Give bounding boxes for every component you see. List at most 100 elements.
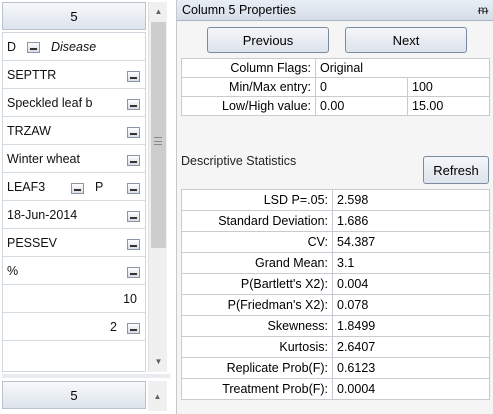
stat-value: 3.1 bbox=[332, 252, 490, 274]
scrollbar-thumb[interactable] bbox=[151, 22, 166, 248]
table-row: P(Bartlett's X2): 0.004 bbox=[181, 273, 490, 295]
column-footer-label: 5 bbox=[70, 387, 78, 403]
column-flags-value[interactable]: Original bbox=[315, 58, 490, 78]
previous-button[interactable]: Previous bbox=[207, 27, 329, 53]
stat-label: P(Bartlett's X2): bbox=[181, 273, 333, 295]
list-item-part-rating-type[interactable]: D Disease bbox=[3, 33, 145, 61]
table-row: Treatment Prob(F): 0.0004 bbox=[181, 378, 490, 400]
stat-label: P(Friedman's X2): bbox=[181, 294, 333, 316]
scroll-up-icon[interactable]: ▲ bbox=[148, 387, 167, 405]
statistics-table: LSD P=.05: 2.598 Standard Deviation: 1.686… bbox=[181, 189, 490, 400]
list-item-text: % bbox=[7, 263, 19, 278]
list-item-text: TRZAW bbox=[7, 123, 51, 138]
list-item-text: P bbox=[95, 179, 104, 194]
max-entry-field[interactable]: 100 bbox=[407, 77, 490, 97]
list-item-part-rated[interactable]: LEAF3 P bbox=[3, 173, 145, 201]
dropdown-icon[interactable] bbox=[127, 183, 140, 194]
stat-value: 0.0004 bbox=[332, 378, 490, 400]
dropdown-icon[interactable] bbox=[127, 267, 140, 278]
descriptive-statistics-header: Descriptive Statistics bbox=[181, 154, 297, 168]
refresh-button-label: Refresh bbox=[433, 162, 479, 178]
refresh-button[interactable]: Refresh bbox=[423, 156, 489, 184]
panel-title-bar: Column 5 Properties ᵯ bbox=[177, 0, 493, 21]
list-item-rating-unit[interactable]: % bbox=[3, 257, 145, 285]
dropdown-icon[interactable] bbox=[127, 71, 140, 82]
dropdown-icon[interactable] bbox=[127, 323, 140, 334]
column-definition-list: D Disease SEPTTR Speckled leaf b TRZAW W… bbox=[2, 32, 146, 372]
minmax-label: Min/Max entry: bbox=[181, 77, 316, 97]
list-item-text: Winter wheat bbox=[7, 151, 80, 166]
next-button[interactable]: Next bbox=[345, 27, 467, 53]
list-item-sample-size[interactable]: 10 bbox=[3, 285, 145, 313]
stat-value: 0.078 bbox=[332, 294, 490, 316]
stat-label: Treatment Prob(F): bbox=[181, 378, 333, 400]
dropdown-icon[interactable] bbox=[27, 42, 40, 53]
dropdown-icon[interactable] bbox=[127, 127, 140, 138]
left-pane: 5 D Disease SEPTTR Speckled leaf b TRZAW… bbox=[0, 0, 172, 414]
lowhigh-label: Low/High value: bbox=[181, 96, 316, 116]
table-row: P(Friedman's X2): 0.078 bbox=[181, 294, 490, 316]
high-value-field[interactable]: 15.00 bbox=[407, 96, 490, 116]
scroll-up-icon[interactable]: ▲ bbox=[149, 2, 168, 20]
list-item-text: LEAF3 bbox=[7, 179, 46, 194]
table-row: Replicate Prob(F): 0.6123 bbox=[181, 357, 490, 379]
list-item-rating-type[interactable]: PESSEV bbox=[3, 229, 145, 257]
column-header[interactable]: 5 bbox=[2, 2, 146, 30]
previous-button-label: Previous bbox=[242, 32, 294, 48]
list-item-text: Disease bbox=[51, 39, 97, 54]
dropdown-icon[interactable] bbox=[127, 99, 140, 110]
stat-label: LSD P=.05: bbox=[181, 189, 333, 211]
table-row: CV: 54.387 bbox=[181, 231, 490, 253]
dropdown-icon[interactable] bbox=[71, 183, 84, 194]
list-item-text: D bbox=[7, 39, 17, 54]
stat-value: 1.686 bbox=[332, 210, 490, 232]
min-entry-field[interactable]: 0 bbox=[315, 77, 408, 97]
list-item-text: 18-Jun-2014 bbox=[7, 207, 78, 222]
stat-value: 54.387 bbox=[332, 231, 490, 253]
list-item-pest-code[interactable]: SEPTTR bbox=[3, 61, 145, 89]
panel-title: Column 5 Properties bbox=[182, 3, 296, 17]
pane-splitter[interactable] bbox=[2, 374, 170, 378]
list-item-text: Speckled leaf b bbox=[7, 95, 93, 110]
grip-icon bbox=[154, 137, 162, 145]
dropdown-icon[interactable] bbox=[127, 239, 140, 250]
column-header-label: 5 bbox=[70, 8, 78, 24]
stat-value: 0.6123 bbox=[332, 357, 490, 379]
stat-value: 2.598 bbox=[332, 189, 490, 211]
list-item-sample-unit[interactable]: 2 bbox=[3, 313, 145, 341]
stat-value: 2.6407 bbox=[332, 336, 490, 358]
scroll-down-icon[interactable]: ▼ bbox=[149, 352, 168, 370]
dropdown-icon[interactable] bbox=[127, 155, 140, 166]
table-row: Kurtosis: 2.6407 bbox=[181, 336, 490, 358]
table-row: Standard Deviation: 1.686 bbox=[181, 210, 490, 232]
table-row: Skewness: 1.8499 bbox=[181, 315, 490, 337]
table-row: LSD P=.05: 2.598 bbox=[181, 189, 490, 211]
stat-label: Standard Deviation: bbox=[181, 210, 333, 232]
vertical-scrollbar[interactable]: ▲ ▼ bbox=[148, 2, 167, 372]
pin-icon[interactable]: ᵯ bbox=[478, 3, 488, 17]
low-value-field[interactable]: 0.00 bbox=[315, 96, 408, 116]
column-properties-table: Column Flags: Original Min/Max entry: 0 … bbox=[181, 58, 490, 116]
stat-label: Kurtosis: bbox=[181, 336, 333, 358]
stat-value: 1.8499 bbox=[332, 315, 490, 337]
column-flags-label: Column Flags: bbox=[181, 58, 316, 78]
list-item-text: SEPTTR bbox=[7, 67, 57, 82]
stat-label: Skewness: bbox=[181, 315, 333, 337]
list-item-crop-code[interactable]: TRZAW bbox=[3, 117, 145, 145]
table-row: Grand Mean: 3.1 bbox=[181, 252, 490, 274]
list-item-crop-name[interactable]: Winter wheat bbox=[3, 145, 145, 173]
vertical-scrollbar-lower[interactable]: ▲ bbox=[148, 381, 167, 411]
stat-label: Replicate Prob(F): bbox=[181, 357, 333, 379]
list-item-pest-name[interactable]: Speckled leaf b bbox=[3, 89, 145, 117]
stat-label: CV: bbox=[181, 231, 333, 253]
column-properties-panel: Column 5 Properties ᵯ Previous Next Colu… bbox=[176, 0, 493, 414]
column-footer[interactable]: 5 bbox=[2, 381, 146, 409]
list-item-text: 10 bbox=[123, 291, 137, 306]
stat-value: 0.004 bbox=[332, 273, 490, 295]
list-item-text: PESSEV bbox=[7, 235, 58, 250]
stat-label: Grand Mean: bbox=[181, 252, 333, 274]
dropdown-icon[interactable] bbox=[127, 211, 140, 222]
list-item-text: 2 bbox=[110, 319, 117, 334]
list-item-rating-date[interactable]: 18-Jun-2014 bbox=[3, 201, 145, 229]
next-button-label: Next bbox=[392, 32, 420, 48]
